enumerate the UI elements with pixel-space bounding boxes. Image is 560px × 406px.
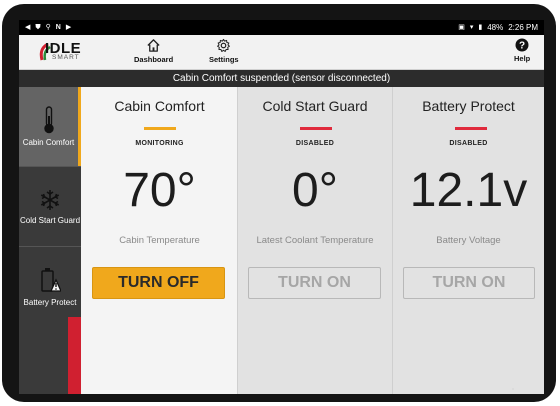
status-indicator-bar xyxy=(455,127,487,130)
status-badge: DISABLED xyxy=(295,140,335,147)
idle-smart-logo: IDLE SMART xyxy=(37,40,97,65)
coolant-temperature-label: Latest Coolant Temperature xyxy=(256,235,374,246)
cabin-temperature-label: Cabin Temperature xyxy=(119,235,200,246)
n-icon: N xyxy=(55,24,61,31)
cast-icon: ▣ xyxy=(458,24,465,31)
thermometer-icon xyxy=(43,105,54,133)
app-bar: IDLE SMART Dashboard Settings ? Help xyxy=(19,35,544,70)
sidebar-item-cabin-comfort[interactable]: Cabin Comfort xyxy=(19,87,81,166)
sidebar-item-label: Cabin Comfort xyxy=(22,137,75,147)
battery-warning-icon xyxy=(41,267,61,292)
shield-icon: ⛊ xyxy=(35,24,41,31)
cabin-temperature-value: 70° xyxy=(123,164,196,217)
help-button[interactable]: ? Help xyxy=(514,38,530,63)
logo-subtext: SMART xyxy=(52,54,80,61)
cold-start-guard-panel: Cold Start Guard DISABLED 0° Latest Cool… xyxy=(237,87,392,394)
banner-message: Cabin Comfort suspended (sensor disconne… xyxy=(172,73,391,84)
tablet-frame: ◀ ⛊ ⚲ N ▶ ▣ ▾ ▮ 48% 2:26 PM IDLE SMART D… xyxy=(2,4,556,402)
settings-label: Settings xyxy=(209,55,239,64)
sidebar-item-label: Battery Protect xyxy=(23,297,77,307)
help-label: Help xyxy=(514,54,531,63)
svg-text:?: ? xyxy=(519,41,525,52)
sidebar-item-label: Cold Start Guard xyxy=(19,215,81,225)
location-icon: ⚲ xyxy=(45,24,51,31)
home-icon xyxy=(147,39,160,52)
coolant-temperature-value: 0° xyxy=(292,164,338,217)
sidebar-item-battery-protect[interactable]: Battery Protect xyxy=(19,247,81,326)
battery-voltage-value: 12.1v xyxy=(409,164,528,217)
battery-level: 48% xyxy=(487,23,504,32)
sidebar-item-cold-start-guard[interactable]: Cold Start Guard xyxy=(19,167,81,246)
clock: 2:26 PM xyxy=(508,23,538,32)
gear-icon xyxy=(217,38,231,52)
camera-dot xyxy=(512,388,514,390)
sidebar: Cabin Comfort Cold Start Guard Battery P… xyxy=(19,87,81,394)
panel-title: Cabin Comfort xyxy=(114,98,205,114)
screen: ◀ ⛊ ⚲ N ▶ ▣ ▾ ▮ 48% 2:26 PM IDLE SMART D… xyxy=(19,20,544,394)
battery-protect-panel: Battery Protect DISABLED 12.1v Battery V… xyxy=(392,87,544,394)
snowflake-icon xyxy=(40,189,60,210)
battery-protect-toggle-button[interactable]: TURN ON xyxy=(403,267,535,299)
wifi-icon: ▾ xyxy=(469,24,474,31)
cabin-comfort-toggle-button[interactable]: TURN OFF xyxy=(92,267,225,299)
status-indicator-bar xyxy=(144,127,176,130)
play-icon: ▶ xyxy=(65,24,72,31)
status-badge: DISABLED xyxy=(449,140,488,147)
battery-voltage-label: Battery Voltage xyxy=(436,235,501,246)
help-icon: ? xyxy=(515,38,529,52)
status-bar: ◀ ⛊ ⚲ N ▶ ▣ ▾ ▮ 48% 2:26 PM xyxy=(19,20,544,35)
back-arrow-icon: ◀ xyxy=(25,24,31,31)
panel-title: Cold Start Guard xyxy=(262,98,368,114)
battery-icon: ▮ xyxy=(478,24,483,31)
sidebar-accent-strip xyxy=(68,317,81,394)
cabin-comfort-panel: Cabin Comfort MONITORING 70° Cabin Tempe… xyxy=(82,87,237,394)
dashboard-label: Dashboard xyxy=(134,55,174,64)
panel-title: Battery Protect xyxy=(422,98,515,114)
cold-start-guard-toggle-button[interactable]: TURN ON xyxy=(248,267,381,299)
status-indicator-bar xyxy=(300,127,332,130)
alert-banner: Cabin Comfort suspended (sensor disconne… xyxy=(19,70,544,87)
status-badge: MONITORING xyxy=(135,140,184,147)
dashboard-button[interactable]: Dashboard xyxy=(134,38,173,64)
settings-button[interactable]: Settings xyxy=(209,38,239,64)
